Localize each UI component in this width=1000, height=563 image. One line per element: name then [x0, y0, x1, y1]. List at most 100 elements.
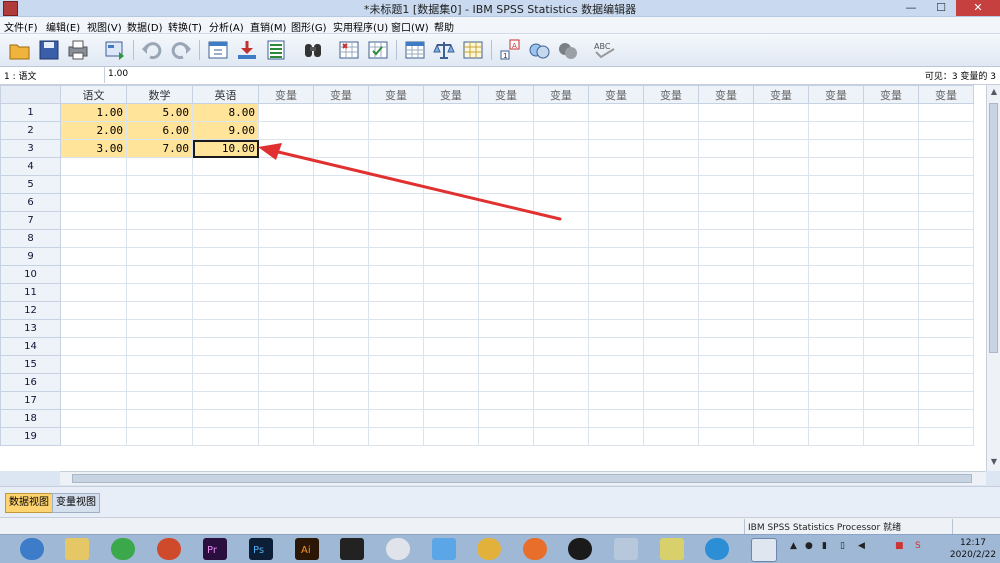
- empty-cell[interactable]: [60, 337, 127, 356]
- empty-cell[interactable]: [753, 211, 809, 230]
- empty-cell[interactable]: [698, 373, 754, 392]
- empty-cell[interactable]: [313, 409, 369, 428]
- empty-cell[interactable]: [423, 121, 479, 140]
- empty-cell[interactable]: [60, 157, 127, 176]
- premiere-icon[interactable]: Pr: [203, 538, 227, 560]
- empty-cell[interactable]: [478, 301, 534, 320]
- empty-cell[interactable]: [533, 157, 589, 176]
- tray-chevron-icon[interactable]: ▲: [790, 541, 797, 551]
- column-header-empty[interactable]: 变量: [643, 85, 699, 104]
- empty-cell[interactable]: [753, 265, 809, 284]
- empty-cell[interactable]: [192, 193, 259, 212]
- empty-cell[interactable]: [808, 247, 864, 266]
- row-header[interactable]: 16: [0, 373, 61, 392]
- empty-cell[interactable]: [698, 355, 754, 374]
- app-icon-5[interactable]: [614, 538, 638, 560]
- empty-cell[interactable]: [588, 121, 644, 140]
- row-header[interactable]: 18: [0, 409, 61, 428]
- empty-cell[interactable]: [588, 319, 644, 338]
- empty-cell[interactable]: [863, 283, 919, 302]
- empty-cell[interactable]: [313, 391, 369, 410]
- empty-cell[interactable]: [368, 103, 424, 122]
- data-cell[interactable]: 5.00: [126, 103, 193, 122]
- empty-cell[interactable]: [698, 409, 754, 428]
- column-header-empty[interactable]: 变量: [258, 85, 314, 104]
- empty-cell[interactable]: [918, 355, 974, 374]
- empty-cell[interactable]: [478, 193, 534, 212]
- menu-direct-marketing[interactable]: 直销(M): [250, 19, 286, 34]
- empty-cell[interactable]: [533, 373, 589, 392]
- empty-cell[interactable]: [60, 211, 127, 230]
- empty-cell[interactable]: [126, 373, 193, 392]
- empty-cell[interactable]: [313, 193, 369, 212]
- empty-cell[interactable]: [643, 301, 699, 320]
- empty-cell[interactable]: [478, 247, 534, 266]
- empty-cell[interactable]: [588, 355, 644, 374]
- app-icon-2[interactable]: [386, 538, 410, 560]
- data-cell[interactable]: 9.00: [192, 121, 259, 140]
- empty-cell[interactable]: [698, 427, 754, 446]
- empty-cell[interactable]: [258, 193, 314, 212]
- empty-cell[interactable]: [918, 427, 974, 446]
- empty-cell[interactable]: [313, 247, 369, 266]
- empty-cell[interactable]: [533, 427, 589, 446]
- empty-cell[interactable]: [423, 301, 479, 320]
- empty-cell[interactable]: [808, 337, 864, 356]
- select-cases-icon[interactable]: [461, 38, 485, 62]
- empty-cell[interactable]: [368, 373, 424, 392]
- empty-cell[interactable]: [368, 283, 424, 302]
- column-header-empty[interactable]: 变量: [753, 85, 809, 104]
- data-cell[interactable]: 2.00: [60, 121, 127, 140]
- empty-cell[interactable]: [423, 427, 479, 446]
- empty-cell[interactable]: [533, 229, 589, 248]
- variables-icon[interactable]: [264, 38, 288, 62]
- empty-cell[interactable]: [533, 409, 589, 428]
- row-header[interactable]: 11: [0, 283, 61, 302]
- empty-cell[interactable]: [918, 391, 974, 410]
- row-header[interactable]: 1: [0, 103, 61, 122]
- empty-cell[interactable]: [126, 193, 193, 212]
- empty-cell[interactable]: [126, 301, 193, 320]
- empty-cell[interactable]: [863, 409, 919, 428]
- data-grid[interactable]: 语文 数学 英语 变量 变量 变量 变量 变量 变量 变量 变量 变量 变量 变量 变量 变量 1 1.00 5.0…: [0, 85, 986, 471]
- empty-cell[interactable]: [918, 301, 974, 320]
- empty-cell[interactable]: [588, 409, 644, 428]
- empty-cell[interactable]: [588, 373, 644, 392]
- empty-cell[interactable]: [753, 229, 809, 248]
- empty-cell[interactable]: [258, 139, 314, 158]
- empty-cell[interactable]: [698, 319, 754, 338]
- chrome-icon[interactable]: [477, 538, 501, 560]
- empty-cell[interactable]: [313, 211, 369, 230]
- empty-cell[interactable]: [588, 175, 644, 194]
- empty-cell[interactable]: [126, 229, 193, 248]
- empty-cell[interactable]: [478, 265, 534, 284]
- weight-cases-icon[interactable]: [432, 38, 456, 62]
- empty-cell[interactable]: [698, 211, 754, 230]
- empty-cell[interactable]: [258, 283, 314, 302]
- empty-cell[interactable]: [258, 427, 314, 446]
- empty-cell[interactable]: [533, 175, 589, 194]
- empty-cell[interactable]: [643, 229, 699, 248]
- data-cell[interactable]: 6.00: [126, 121, 193, 140]
- insert-cases-icon[interactable]: [337, 38, 361, 62]
- empty-cell[interactable]: [643, 193, 699, 212]
- video-editor-icon[interactable]: [340, 538, 364, 560]
- empty-cell[interactable]: [368, 301, 424, 320]
- empty-cell[interactable]: [423, 193, 479, 212]
- empty-cell[interactable]: [753, 193, 809, 212]
- empty-cell[interactable]: [258, 157, 314, 176]
- empty-cell[interactable]: [863, 373, 919, 392]
- empty-cell[interactable]: [533, 283, 589, 302]
- column-header-empty[interactable]: 变量: [588, 85, 644, 104]
- vertical-scroll-thumb[interactable]: [989, 103, 998, 353]
- empty-cell[interactable]: [808, 193, 864, 212]
- empty-cell[interactable]: [808, 355, 864, 374]
- empty-cell[interactable]: [808, 373, 864, 392]
- app-icon-6[interactable]: [660, 538, 684, 560]
- row-header[interactable]: 8: [0, 229, 61, 248]
- empty-cell[interactable]: [643, 121, 699, 140]
- empty-cell[interactable]: [192, 283, 259, 302]
- app-icon-4[interactable]: [523, 538, 547, 560]
- empty-cell[interactable]: [60, 193, 127, 212]
- empty-cell[interactable]: [423, 283, 479, 302]
